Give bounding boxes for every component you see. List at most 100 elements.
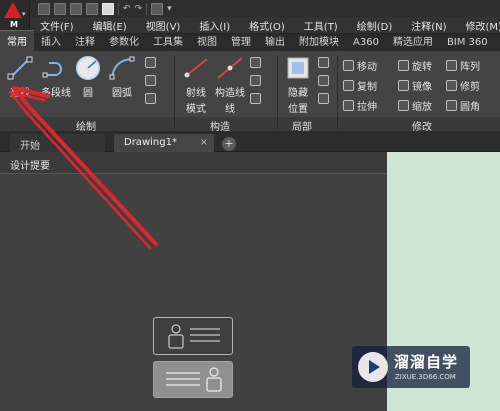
draw-extra-row-1[interactable] (145, 57, 156, 68)
watermark-title: 溜溜自学 (394, 353, 459, 371)
construct-extra-row-2[interactable] (250, 75, 261, 86)
panel-separator (337, 55, 338, 129)
measure-icon (250, 93, 261, 104)
ribbon-tab-bar: 常用 插入 注释 参数化 工具集 视图 管理 输出 附加模块 A360 精选应用… (0, 30, 500, 51)
ray-icon (181, 55, 211, 81)
print-icon[interactable] (102, 2, 114, 15)
point-icon (250, 57, 261, 68)
stretch-label: 拉伸 (357, 102, 377, 113)
panel-separator (174, 55, 175, 129)
template-card-filled[interactable] (153, 361, 233, 398)
undo-icon[interactable]: ↶ (123, 4, 131, 14)
move-label: 移动 (357, 62, 377, 73)
chevron-down-icon[interactable]: ▾ (167, 4, 172, 14)
template-card-outline[interactable] (153, 317, 233, 355)
tab-manage[interactable]: 管理 (224, 31, 258, 51)
watermark-url: ZIXUE.3D66.COM (395, 373, 456, 381)
tab-home[interactable]: 常用 (0, 30, 34, 51)
arc-icon (107, 55, 137, 81)
tab-parametric[interactable]: 参数化 (102, 31, 146, 51)
fillet-button[interactable]: 圆角 (446, 98, 480, 113)
line-tool-button[interactable]: 直线 (2, 55, 38, 99)
scale-button[interactable]: 缩放 (398, 98, 432, 113)
toolbar-separator (118, 2, 119, 15)
chevron-down-icon: ▾ (22, 10, 26, 18)
rotate-button[interactable]: 旋转 (398, 58, 432, 73)
tab-insert[interactable]: 插入 (34, 31, 68, 51)
panel-separator (277, 55, 278, 129)
tab-output[interactable]: 输出 (258, 31, 292, 51)
toolbar-separator (146, 2, 148, 15)
draw-extra-row-3[interactable] (145, 93, 156, 104)
new-icon[interactable] (38, 2, 50, 15)
quick-access-toolbar: ↶ ↷ ▾ (0, 0, 500, 17)
circle-icon (73, 55, 103, 81)
hatch-icon (145, 75, 156, 86)
group-icon (318, 75, 329, 86)
tab-addins[interactable]: 附加模块 (292, 31, 346, 51)
arc-tool-button[interactable]: 圆弧 (104, 55, 140, 99)
ribbon-panel: 直线 多段线 圆 圆弧 绘制 射线 模式 构造线 线 构造 隐藏 位置 局部 移… (0, 51, 500, 133)
new-tab-button[interactable]: + (222, 137, 236, 151)
hide-tool-label: 隐藏 (288, 88, 308, 99)
tab-featured-apps[interactable]: 精选应用 (386, 31, 440, 51)
construct-extra-row-1[interactable] (250, 57, 261, 68)
construction-line-label: 构造线 (215, 88, 245, 99)
save-as-icon[interactable] (86, 2, 98, 15)
tab-annotate[interactable]: 注释 (68, 31, 102, 51)
drawing-tab-label: Drawing1* (124, 137, 177, 148)
move-icon (343, 60, 354, 71)
draw-extra-row-2[interactable] (145, 75, 156, 86)
drawing-tab[interactable]: Drawing1* × (114, 134, 214, 152)
design-brief-header: 设计提要 (0, 153, 387, 174)
fillet-label: 圆角 (460, 102, 480, 113)
polyline-tool-label: 多段线 (41, 88, 71, 99)
copy-label: 复制 (357, 82, 377, 93)
divide-icon (250, 75, 261, 86)
quick-access-icons: ↶ ↷ ▾ (38, 0, 172, 17)
menu-modify[interactable]: 修改(M) (456, 18, 500, 33)
application-menu-button[interactable]: M ▾ (0, 0, 30, 34)
construction-line-sublabel: 线 (225, 104, 235, 115)
autocad-window: ↶ ↷ ▾ M ▾ 文件(F) 编辑(E) 视图(V) 插入(I) 格式(O) … (0, 0, 500, 411)
local-extra-row-2[interactable] (318, 75, 329, 86)
rectangle-icon (145, 57, 156, 68)
tab-bim360[interactable]: BIM 360 (440, 35, 495, 51)
ray-tool-button[interactable]: 射线 模式 (178, 55, 214, 115)
document-person-icon (166, 367, 222, 392)
logo-letter: M (10, 20, 18, 29)
redo-icon[interactable]: ↷ (135, 4, 143, 14)
line-tool-label: 直线 (10, 88, 30, 99)
tab-a360[interactable]: A360 (346, 35, 386, 51)
tab-view[interactable]: 视图 (190, 31, 224, 51)
move-button[interactable]: 移动 (343, 58, 377, 73)
array-button[interactable]: 阵列 (446, 58, 480, 73)
local-extra-row-3[interactable] (318, 93, 329, 104)
play-logo-icon (358, 352, 388, 382)
ray-tool-sublabel: 模式 (186, 104, 206, 115)
copy-button[interactable]: 复制 (343, 78, 377, 93)
trim-button[interactable]: 修剪 (446, 78, 480, 93)
construct-extra-row-3[interactable] (250, 93, 261, 104)
tab-toolsets[interactable]: 工具集 (146, 31, 190, 51)
circle-tool-label: 圆 (83, 88, 93, 99)
scale-label: 缩放 (412, 102, 432, 113)
local-extra-row-1[interactable] (318, 57, 329, 68)
open-icon[interactable] (54, 2, 66, 15)
circle-tool-button[interactable]: 圆 (70, 55, 106, 99)
start-tab[interactable]: 开始 (10, 134, 105, 152)
ungroup-icon (318, 93, 329, 104)
start-tab-label: 开始 (20, 141, 40, 152)
hide-position-button[interactable]: 隐藏 位置 (280, 55, 316, 115)
array-icon (446, 60, 457, 71)
trim-icon (446, 80, 457, 91)
construction-line-button[interactable]: 构造线 线 (212, 55, 248, 115)
polyline-tool-button[interactable]: 多段线 (38, 55, 74, 99)
stretch-button[interactable]: 拉伸 (343, 98, 377, 113)
copy-icon (343, 80, 354, 91)
workspace-icon[interactable] (151, 2, 164, 15)
mirror-button[interactable]: 镜像 (398, 78, 432, 93)
save-icon[interactable] (70, 2, 82, 15)
rotate-label: 旋转 (412, 62, 432, 73)
close-icon[interactable]: × (200, 137, 208, 148)
